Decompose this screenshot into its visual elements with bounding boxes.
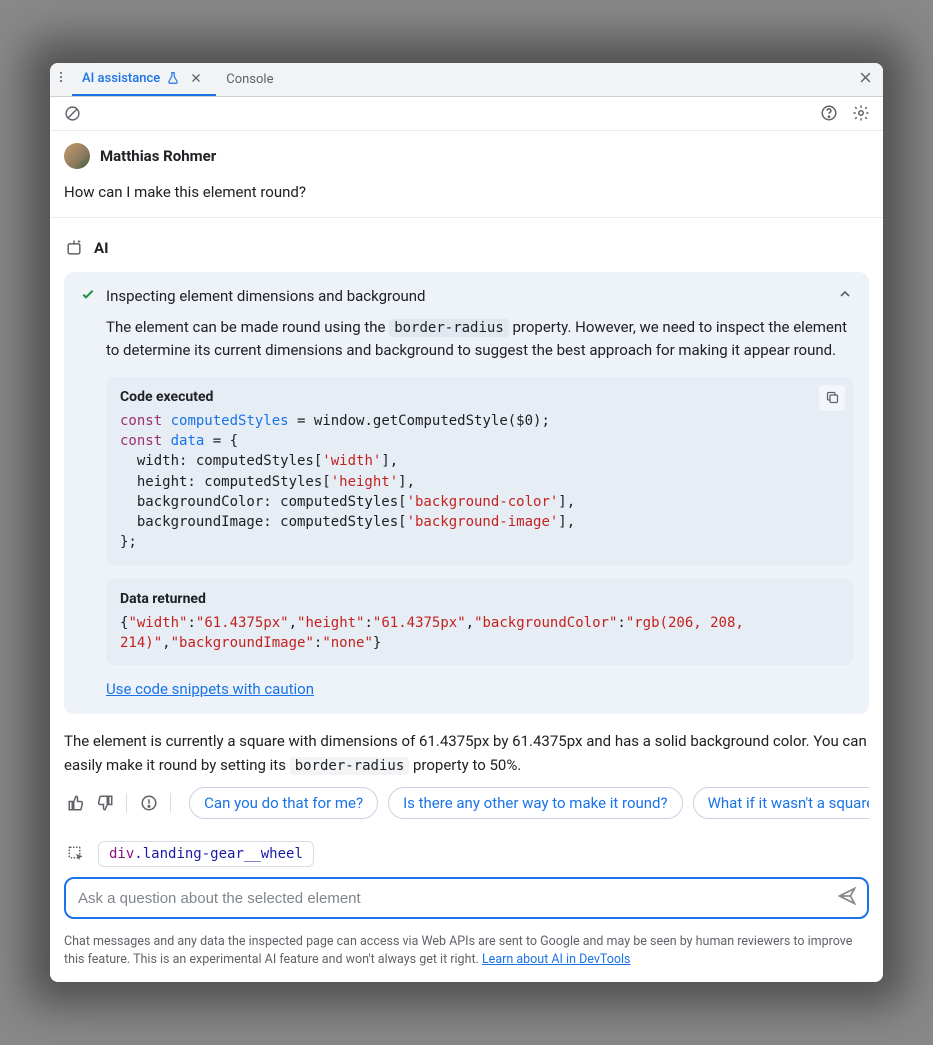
tab-console[interactable]: Console bbox=[216, 63, 283, 97]
divider bbox=[170, 793, 171, 813]
chevron-up-icon[interactable] bbox=[837, 286, 853, 306]
more-menu-icon[interactable] bbox=[50, 70, 72, 88]
code-executed: const computedStyles = window.getCompute… bbox=[120, 411, 839, 553]
step-text: The element can be made round using the bbox=[106, 318, 389, 336]
inline-code: border-radius bbox=[389, 319, 509, 337]
data-returned: {"width":"61.4375px","height":"61.4375px… bbox=[120, 613, 839, 654]
code-executed-label: Code executed bbox=[120, 389, 839, 405]
check-icon bbox=[80, 286, 96, 306]
divider bbox=[50, 217, 883, 218]
copy-icon[interactable] bbox=[819, 385, 845, 411]
clear-icon[interactable] bbox=[60, 101, 84, 125]
user-name: Matthias Rohmer bbox=[100, 147, 216, 165]
context-class: landing-gear__wheel bbox=[143, 846, 303, 862]
ai-toolbar bbox=[50, 97, 883, 131]
chat-content: Matthias Rohmer How can I make this elem… bbox=[50, 131, 883, 820]
inline-code: border-radius bbox=[290, 757, 410, 775]
tab-ai-assistance[interactable]: AI assistance bbox=[72, 63, 216, 97]
select-element-icon[interactable] bbox=[64, 842, 88, 866]
code-executed-box: Code executed const computedStyles = win… bbox=[106, 377, 853, 565]
close-tab-icon[interactable] bbox=[186, 72, 206, 84]
footer-note: Chat messages and any data the inspected… bbox=[50, 927, 883, 982]
suggestion-chips: Can you do that for me? Is there any oth… bbox=[189, 787, 869, 819]
question-input-field[interactable] bbox=[64, 877, 869, 919]
ai-header: AI bbox=[64, 238, 869, 258]
devtools-window: AI assistance Console bbox=[50, 63, 883, 983]
tab-bar: AI assistance Console bbox=[50, 63, 883, 97]
question-input[interactable] bbox=[76, 889, 837, 908]
suggestion-chip[interactable]: What if it wasn't a square? bbox=[693, 787, 869, 819]
ai-step-card: Inspecting element dimensions and backgr… bbox=[64, 272, 869, 715]
summary-text: property to 50%. bbox=[409, 756, 521, 774]
data-returned-box: Data returned {"width":"61.4375px","heig… bbox=[106, 579, 853, 666]
send-icon[interactable] bbox=[837, 886, 857, 910]
experiment-flask-icon bbox=[166, 71, 180, 85]
report-icon[interactable] bbox=[137, 791, 160, 815]
help-icon[interactable] bbox=[817, 101, 841, 125]
context-element-pill[interactable]: div.landing-gear__wheel bbox=[98, 841, 314, 867]
suggestion-chip[interactable]: Can you do that for me? bbox=[189, 787, 378, 819]
divider bbox=[126, 793, 127, 813]
thumbs-up-icon[interactable] bbox=[64, 791, 87, 815]
user-message: How can I make this element round? bbox=[64, 183, 869, 201]
caution-link[interactable]: Use code snippets with caution bbox=[106, 680, 314, 698]
gear-icon[interactable] bbox=[849, 101, 873, 125]
data-returned-label: Data returned bbox=[120, 591, 839, 607]
footer-text: Chat messages and any data the inspected… bbox=[64, 934, 852, 967]
context-row: div.landing-gear__wheel bbox=[50, 841, 883, 867]
ai-label: AI bbox=[94, 239, 108, 257]
close-panel-icon[interactable] bbox=[848, 70, 883, 89]
footer-link[interactable]: Learn about AI in DevTools bbox=[482, 952, 631, 967]
step-title: Inspecting element dimensions and backgr… bbox=[106, 287, 827, 305]
step-header[interactable]: Inspecting element dimensions and backgr… bbox=[80, 286, 853, 306]
user-header: Matthias Rohmer bbox=[64, 143, 869, 169]
ai-summary: The element is currently a square with d… bbox=[64, 730, 869, 777]
suggestion-chip[interactable]: Is there any other way to make it round? bbox=[388, 787, 683, 819]
context-dot: . bbox=[134, 846, 142, 862]
avatar bbox=[64, 143, 90, 169]
tab-label: AI assistance bbox=[82, 71, 160, 86]
tab-label: Console bbox=[226, 72, 273, 87]
ai-sparkle-icon bbox=[64, 238, 84, 258]
caution-link-wrap: Use code snippets with caution bbox=[106, 679, 853, 698]
thumbs-down-icon[interactable] bbox=[93, 791, 116, 815]
step-body: The element can be made round using the … bbox=[106, 316, 853, 363]
input-wrap bbox=[50, 877, 883, 927]
context-tag: div bbox=[109, 846, 134, 862]
feedback-row: Can you do that for me? Is there any oth… bbox=[64, 787, 869, 819]
